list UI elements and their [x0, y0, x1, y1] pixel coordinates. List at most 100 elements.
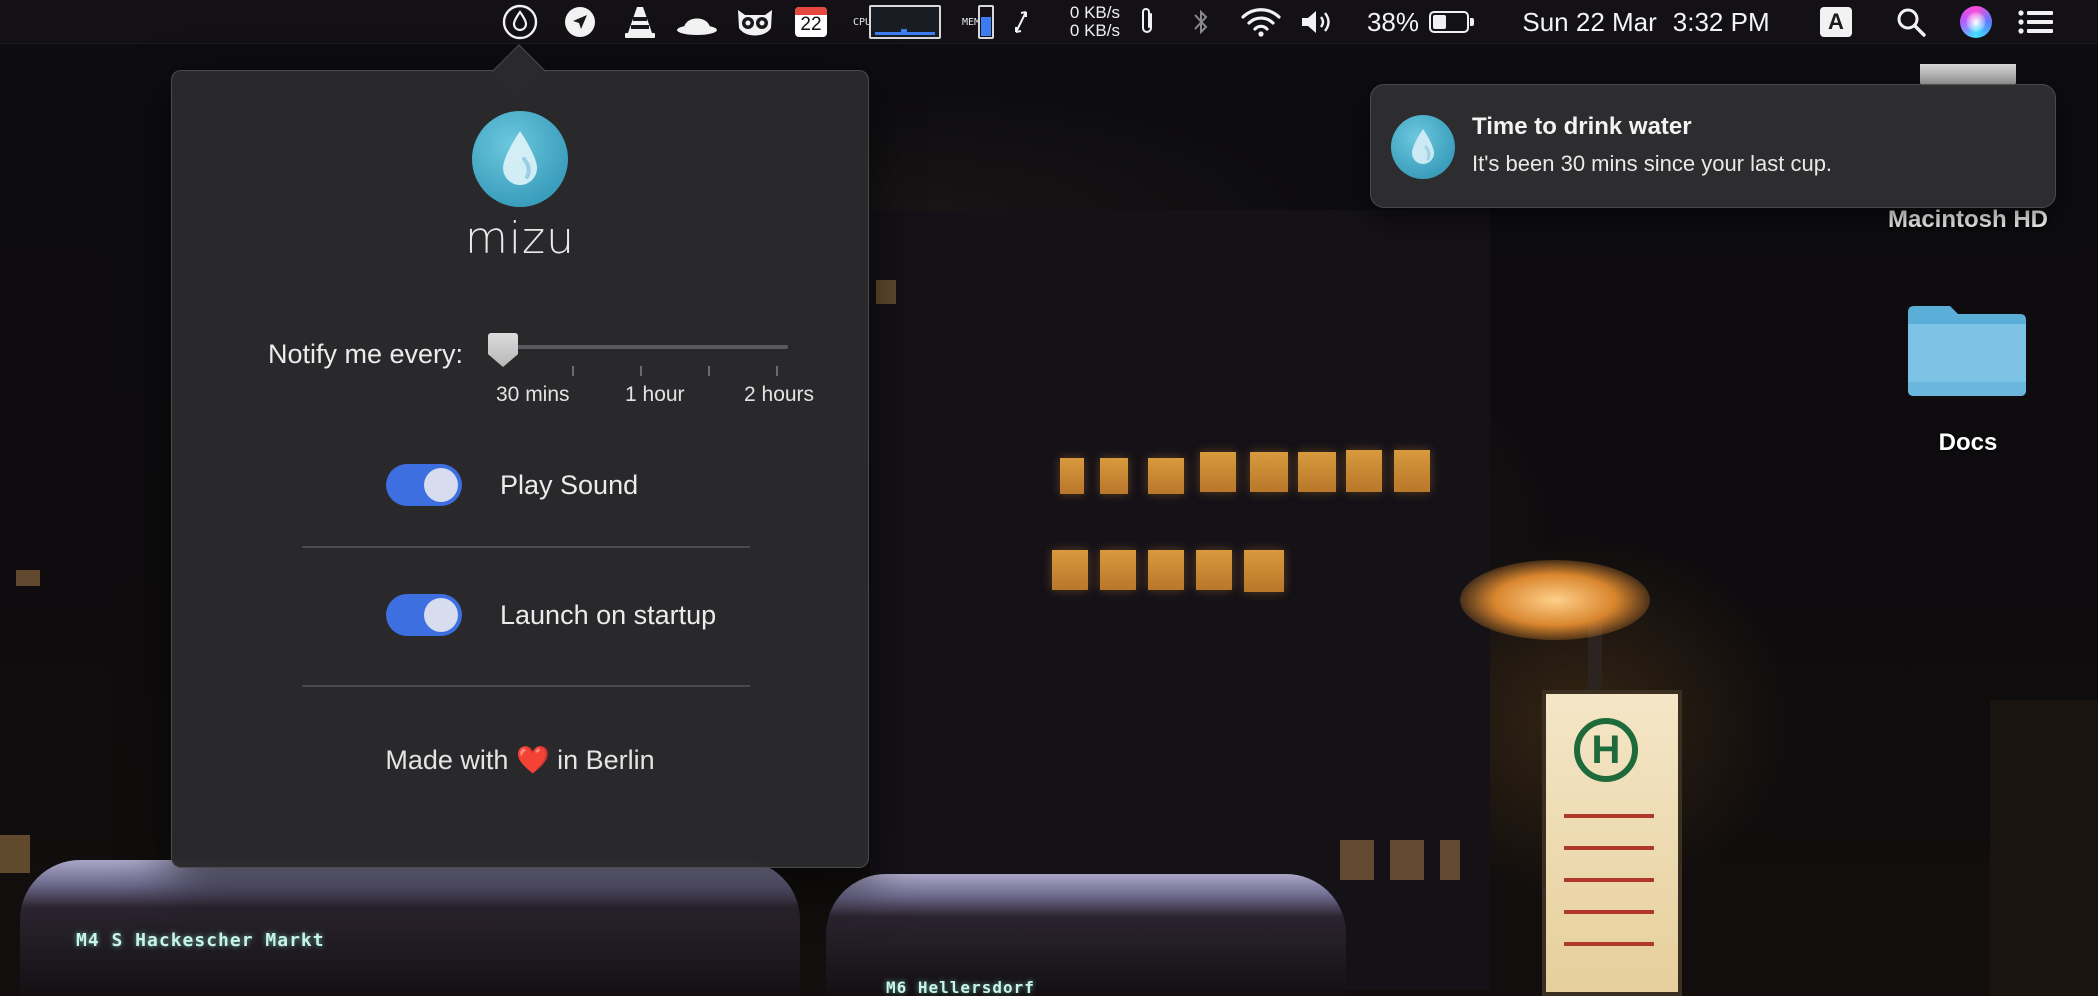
hat-icon[interactable] [676, 0, 718, 44]
slider-label-30-mins: 30 mins [496, 383, 570, 406]
wallpaper-sign-line [1564, 846, 1654, 850]
notification-banner[interactable]: Time to drink water It's been 30 mins si… [1370, 84, 2056, 208]
slider-tick [640, 366, 642, 376]
notify-interval-slider-track[interactable] [488, 345, 788, 349]
network-arrows-icon[interactable] [1008, 0, 1034, 44]
hard-drive-icon[interactable] [1920, 64, 2016, 86]
wallpaper-window [1244, 550, 1284, 592]
folder-icon[interactable] [1906, 302, 2028, 398]
wallpaper-window [1340, 840, 1374, 880]
wifi-icon[interactable] [1238, 0, 1284, 44]
wallpaper-window [1394, 450, 1430, 492]
wallpaper-sign-h: H [1574, 718, 1638, 782]
wallpaper-sign-line [1564, 910, 1654, 914]
wallpaper-window [1250, 452, 1288, 492]
clock-time: 3:32 PM [1672, 6, 1770, 37]
wallpaper-window [1100, 458, 1128, 494]
attachment-icon [1142, 8, 1152, 33]
wallpaper-sign-line [1564, 814, 1654, 818]
wallpaper-building-right [1990, 700, 2098, 996]
vlc-cone-icon[interactable] [622, 0, 658, 44]
speaker-icon [1302, 11, 1330, 33]
wallpaper-window [1298, 452, 1336, 492]
wallpaper-window [1060, 458, 1084, 494]
play-sound-label: Play Sound [500, 470, 639, 500]
wallpaper-window [1052, 550, 1088, 590]
bluetooth-symbol-icon [1194, 9, 1208, 35]
divider [302, 546, 750, 548]
battery-level [1433, 15, 1447, 29]
bowler-hat-icon [677, 18, 717, 35]
siri-icon [1960, 6, 1992, 38]
notification-title: Time to drink water [1472, 113, 1692, 140]
desktop-icon-label-macintosh-hd[interactable]: Macintosh HD [1880, 206, 2056, 234]
wallpaper-tram-left: M4 S Hackescher Markt [20, 860, 800, 996]
battery-icon [1429, 11, 1475, 33]
notify-interval-label: Notify me every: [268, 339, 464, 369]
notify-interval-slider-thumb[interactable] [488, 333, 518, 367]
bluetooth-icon[interactable] [1188, 0, 1214, 44]
calendar-icon[interactable]: 22 [794, 0, 828, 44]
owl-face-icon [738, 10, 772, 36]
network-speed[interactable]: 0 KB/s 0 KB/s [1040, 0, 1120, 44]
notification-center-button[interactable] [2016, 0, 2056, 44]
divider [302, 685, 750, 687]
memory-monitor[interactable]: MEM [956, 0, 1000, 44]
navigation-icon [565, 7, 595, 37]
water-drop-icon [1412, 129, 1434, 164]
launch-on-startup-toggle[interactable] [386, 594, 462, 636]
wallpaper-window [1148, 458, 1184, 494]
wallpaper-window [16, 570, 40, 586]
wallpaper-tram-sign: M4 S Hackescher Markt [76, 930, 325, 951]
owl-icon[interactable] [734, 0, 776, 44]
wallpaper-window [1200, 452, 1236, 492]
play-sound-toggle[interactable] [386, 464, 462, 506]
calendar-day-icon: 22 [795, 7, 827, 37]
list-icon [2018, 10, 2053, 34]
input-source-icon: A [1820, 7, 1852, 37]
clock-date: Sun 22 Mar [1522, 6, 1657, 37]
mizu-logo-icon [472, 111, 568, 207]
location-arrow-icon[interactable] [562, 0, 598, 44]
menu-bar: 22 CPU MEM 0 KB/s 0 KB/s 38% Sun 22 Mar … [0, 0, 2098, 44]
wallpaper-window [1346, 450, 1382, 492]
input-source-button[interactable]: A [1818, 0, 1854, 44]
cpu-monitor[interactable]: CPU [848, 0, 946, 44]
battery-percent: 38% [1366, 6, 1420, 37]
spotlight-button[interactable] [1892, 0, 1930, 44]
paperclip-icon[interactable] [1132, 0, 1162, 44]
wallpaper-window [1390, 840, 1424, 880]
wallpaper-window [1100, 550, 1136, 590]
wallpaper-window [1440, 840, 1460, 880]
footer-credit: Made with ❤️ in Berlin [172, 744, 868, 776]
slider-label-2-hours: 2 hours [744, 383, 815, 406]
network-download-speed: 0 KB/s [1069, 21, 1120, 40]
toggle-knob [424, 468, 458, 502]
desktop-icon-label-docs[interactable]: Docs [1880, 429, 2056, 457]
water-drop-circle-icon [502, 4, 538, 40]
slider-label-1-hour: 1 hour [625, 383, 685, 406]
siri-button[interactable] [1958, 0, 1994, 44]
heart-icon: ❤️ [515, 745, 550, 775]
wallpaper-lamp [1460, 560, 1650, 640]
wallpaper-tram-right: M6 Hellersdorf [826, 874, 1346, 996]
battery-status[interactable]: 38% [1362, 0, 1475, 44]
mizu-menubar-icon[interactable] [498, 0, 542, 44]
slider-tick [776, 366, 778, 376]
slider-tick [572, 366, 574, 376]
volume-icon[interactable] [1298, 0, 1338, 44]
launch-on-startup-label: Launch on startup [500, 600, 717, 630]
mem-label: MEM [962, 16, 981, 28]
wallpaper-window [1196, 550, 1232, 590]
calendar-day: 22 [800, 14, 822, 35]
water-drop-icon [503, 131, 537, 185]
wallpaper-bus-stop-sign: H [1542, 690, 1682, 996]
toggle-knob [424, 598, 458, 632]
clock[interactable]: Sun 22 Mar 3:32 PM [1508, 0, 1784, 44]
footer-suffix: in Berlin [557, 745, 655, 775]
cpu-label: CPU [853, 16, 872, 28]
traffic-cone-icon [625, 7, 655, 38]
slider-tick [708, 366, 710, 376]
notification-body: It's been 30 mins since your last cup. [1472, 151, 1833, 176]
footer-prefix: Made with [385, 745, 509, 775]
